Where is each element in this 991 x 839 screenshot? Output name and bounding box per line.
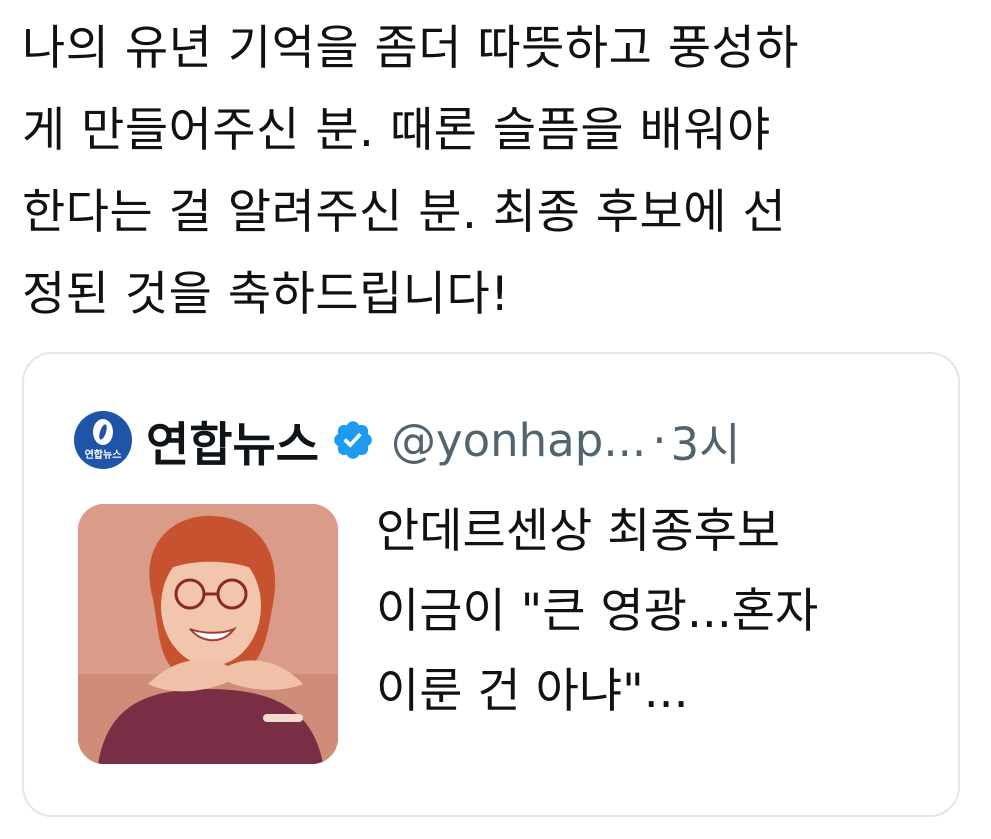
avatar-logo-text: 연합뉴스: [84, 450, 122, 461]
article-title-line: 이금이 "큰 영광...혼자: [376, 584, 819, 639]
yonhap-logo-icon: [93, 419, 113, 445]
tweet-text-line: 나의 유년 기억을 좀더 따뜻하고 풍성하: [22, 21, 800, 76]
tweet-text-line: 게 만들어주신 분. 때론 슬픔을 배워야: [22, 103, 771, 158]
user-handle[interactable]: @yonhap...: [391, 414, 646, 467]
quoted-tweet-header: 연합뉴스 연합뉴스 @yonhap... · 3시: [74, 406, 741, 475]
verified-badge-icon: [334, 421, 372, 459]
tweet-text-line: 정된 것을 축하드립니다!: [22, 267, 510, 322]
article-thumbnail[interactable]: [78, 504, 338, 764]
article-title[interactable]: 안데르센상 최종후보 이금이 "큰 영광...혼자 이룬 건 아냐"...: [376, 492, 936, 732]
tweet-text: 나의 유년 기억을 좀더 따뜻하고 풍성하 게 만들어주신 분. 때론 슬픔을 …: [22, 8, 972, 336]
article-title-line: 이룬 건 아냐"...: [376, 664, 689, 719]
quoted-tweet-card[interactable]: 연합뉴스 연합뉴스 @yonhap... · 3시 안데르센상 최종후보 이금이…: [22, 352, 960, 817]
timestamp[interactable]: 3시: [671, 408, 741, 473]
article-title-line: 안데르센상 최종후보: [376, 504, 781, 559]
portrait-image: [78, 504, 338, 764]
avatar[interactable]: 연합뉴스: [74, 411, 132, 469]
tweet-text-line: 한다는 걸 알려주신 분. 최종 후보에 선: [22, 185, 787, 240]
separator-dot: ·: [652, 413, 667, 467]
display-name[interactable]: 연합뉴스: [146, 406, 319, 475]
